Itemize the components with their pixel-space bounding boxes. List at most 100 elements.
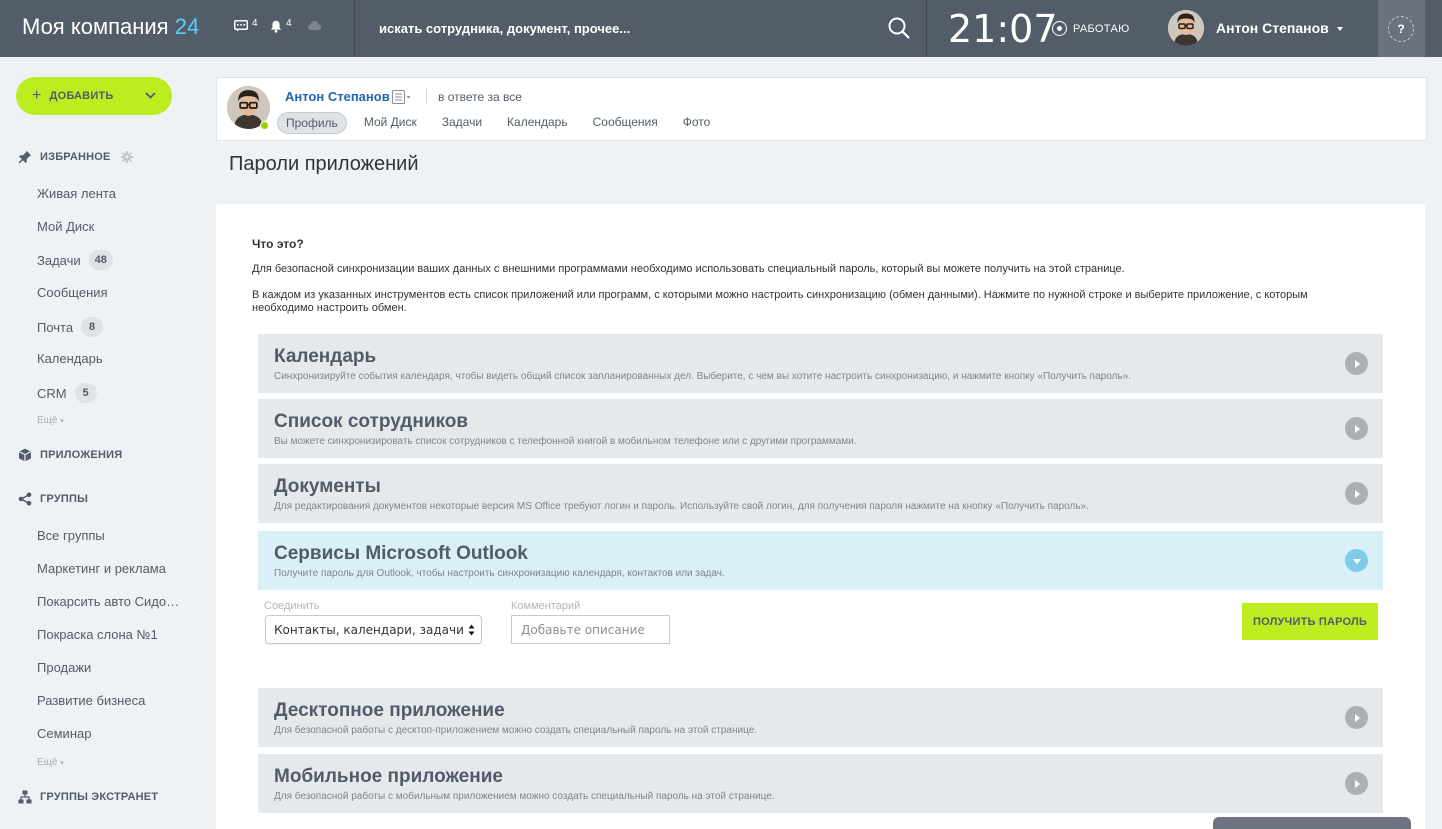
online-indicator [260, 121, 269, 130]
groups-section-title[interactable]: ГРУППЫ [18, 492, 88, 506]
sidebar-group-item[interactable]: Продажи [37, 660, 91, 675]
section-title: Мобильное приложение [274, 766, 503, 787]
select-arrows-icon [468, 624, 475, 639]
sidebar-item-my-disk[interactable]: Мой Диск [37, 219, 94, 234]
section-calendar[interactable]: Календарь Синхронизируйте события календ… [258, 334, 1383, 393]
chevron-right-icon[interactable] [1345, 482, 1368, 505]
sidebar-item-crm[interactable]: CRM 5 [37, 383, 97, 403]
list-menu-icon[interactable] [392, 90, 412, 109]
sidebar-group-item[interactable]: Семинар [37, 726, 91, 741]
global-search [355, 0, 925, 57]
section-subtitle: Для редактирования документов некоторые … [274, 501, 1089, 512]
chevron-right-icon[interactable] [1345, 772, 1368, 795]
sidebar-group-item[interactable]: Покарсить авто Сидо… [37, 594, 179, 609]
notifications-counter[interactable]: 4 [270, 18, 292, 33]
profile-divider [426, 89, 427, 103]
sidebar-item-label: Продажи [37, 660, 92, 675]
messages-count: 4 [252, 17, 258, 29]
add-button[interactable]: + ДОБАВИТЬ [16, 77, 172, 115]
left-sidebar: + ДОБАВИТЬ ИЗБРАННОЕ Живая лента Мой Дис… [0, 57, 216, 829]
favorites-more-link[interactable]: Ещё ▾ [37, 415, 64, 426]
chevron-down-icon [145, 90, 156, 102]
section-mobile-app[interactable]: Мобильное приложение Для безопасной рабо… [258, 754, 1383, 813]
cube-icon [18, 448, 32, 462]
counter-badge: 5 [74, 383, 97, 403]
user-menu[interactable]: Антон Степанов [1168, 10, 1343, 46]
sidebar-group-item[interactable]: Все группы [37, 528, 105, 543]
section-employees[interactable]: Список сотрудников Вы можете синхронизир… [258, 399, 1383, 458]
section-desktop-app[interactable]: Десктопное приложение Для безопасной раб… [258, 688, 1383, 747]
connect-select[interactable]: Контакты, календари, задачи [265, 615, 482, 644]
profile-tabs: Профиль Мой Диск Задачи Календарь Сообще… [277, 112, 727, 134]
sidebar-item-mail[interactable]: Почта 8 [37, 317, 104, 337]
cloud-status[interactable] [307, 20, 322, 31]
comment-label: Комментарий [511, 600, 581, 612]
section-outlook[interactable]: Сервисы Microsoft Outlook Получите парол… [258, 531, 1383, 590]
counter-badge: 48 [88, 250, 113, 270]
section-subtitle: Получите пароль для Outlook, чтобы настр… [274, 568, 725, 579]
extranet-section-title[interactable]: ГРУППЫ ЭКСТРАНЕТ [18, 790, 158, 804]
sidebar-item-label: Календарь [37, 351, 103, 366]
section-title: Документы [274, 476, 381, 497]
tab-my-disk[interactable]: Мой Диск [356, 112, 425, 134]
record-icon [1052, 21, 1067, 36]
section-documents[interactable]: Документы Для редактирования документов … [258, 464, 1383, 523]
sidebar-item-tasks[interactable]: Задачи 48 [37, 250, 113, 270]
bottom-panel-tab[interactable] [1213, 817, 1411, 829]
section-title: Список сотрудников [274, 411, 469, 432]
sidebar-item-label: Сообщения [37, 285, 108, 300]
get-password-button[interactable]: ПОЛУЧИТЬ ПАРОЛЬ [1242, 603, 1378, 640]
sidebar-item-label: Все группы [37, 528, 105, 543]
sidebar-item-messages[interactable]: Сообщения [37, 285, 108, 300]
sidebar-item-calendar[interactable]: Календарь [37, 351, 103, 366]
chevron-right-icon[interactable] [1345, 417, 1368, 440]
favorites-section-title[interactable]: ИЗБРАННОЕ [18, 150, 133, 164]
apps-section-title[interactable]: ПРИЛОЖЕНИЯ [18, 448, 122, 462]
intro-paragraph: Для безопасной синхронизации ваших данны… [252, 263, 1125, 275]
section-title: Календарь [274, 346, 377, 367]
profile-header: Антон Степанов в ответе за все Профиль М… [216, 77, 1427, 141]
section-subtitle: Для безопасной работы с десктоп-приложен… [274, 725, 758, 736]
tab-messages[interactable]: Сообщения [585, 112, 666, 134]
extranet-title: ГРУППЫ ЭКСТРАНЕТ [40, 791, 159, 803]
profile-name[interactable]: Антон Степанов [285, 89, 390, 104]
messages-counter[interactable]: 4 [234, 17, 258, 32]
instructions-paragraph: В каждом из указанных инструментов есть … [252, 289, 1308, 314]
chat-icon [234, 20, 248, 32]
work-status-toggle[interactable]: РАБОТАЮ [1052, 21, 1130, 36]
counter-badge: 8 [81, 317, 104, 337]
chevron-down-icon[interactable] [1345, 549, 1368, 572]
section-subtitle: Для безопасной работы с мобильным прилож… [274, 791, 775, 802]
sidebar-item-label: Мой Диск [37, 219, 95, 234]
section-subtitle: Вы можете синхронизировать список сотруд… [274, 436, 857, 447]
top-header: Моя компания 24 4 4 21:07 РАБОТАЮ [0, 0, 1442, 57]
search-input[interactable] [379, 18, 879, 38]
tab-profile[interactable]: Профиль [277, 112, 347, 134]
sidebar-group-item[interactable]: Покраска слона №1 [37, 627, 158, 642]
comment-input[interactable] [511, 615, 670, 644]
connect-label: Соединить [264, 600, 320, 612]
more-label: Ещё [37, 415, 58, 426]
tab-calendar[interactable]: Календарь [499, 112, 576, 134]
tab-photo[interactable]: Фото [675, 112, 719, 134]
sidebar-group-item[interactable]: Развитие бизнеса [37, 693, 145, 708]
groups-more-link[interactable]: Ещё ▾ [37, 757, 64, 768]
sidebar-item-label: Семинар [37, 726, 92, 741]
page-title: Пароли приложений [229, 153, 419, 175]
chevron-right-icon[interactable] [1345, 706, 1368, 729]
share-icon [18, 492, 32, 506]
bell-icon [270, 20, 282, 33]
search-icon[interactable] [887, 16, 911, 40]
pin-icon [18, 150, 32, 164]
chevron-right-icon[interactable] [1345, 352, 1368, 375]
user-name: Антон Степанов [1216, 20, 1329, 36]
help-panel: ? [1378, 0, 1425, 57]
company-logo[interactable]: Моя компания 24 [22, 14, 199, 40]
sidebar-item-live-feed[interactable]: Живая лента [37, 186, 116, 201]
gear-icon[interactable] [120, 151, 133, 163]
cloud-icon [307, 20, 322, 31]
help-button[interactable]: ? [1388, 16, 1414, 42]
sidebar-group-item[interactable]: Маркетинг и реклама [37, 561, 166, 576]
tab-tasks[interactable]: Задачи [434, 112, 490, 134]
sidebar-item-label: Живая лента [37, 186, 116, 201]
